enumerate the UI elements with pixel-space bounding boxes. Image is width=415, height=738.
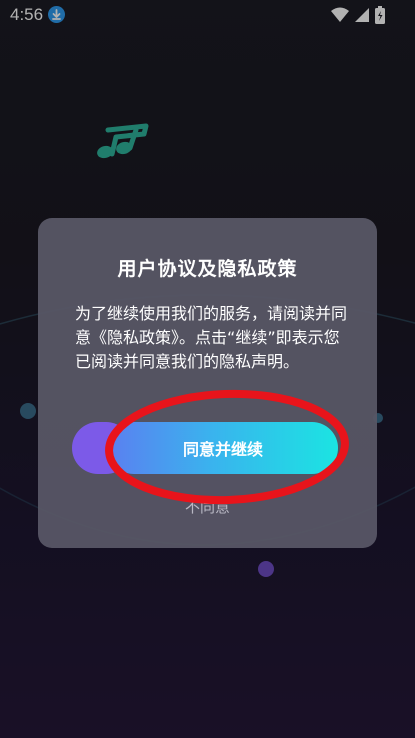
- agree-continue-button[interactable]: 同意并继续: [108, 422, 338, 474]
- dialog-body: 为了继续使用我们的服务，请阅读并同意《隐私政策》。点击“继续”即表示您已阅读并同…: [75, 302, 347, 374]
- dialog-title: 用户协议及隐私政策: [117, 258, 298, 280]
- privacy-dialog: 用户协议及隐私政策 为了继续使用我们的服务，请阅读并同意《隐私政策》。点击“继续…: [38, 218, 377, 548]
- decline-button[interactable]: 不同意: [38, 496, 377, 517]
- privacy-policy-link[interactable]: 《隐私政策》: [91, 328, 179, 347]
